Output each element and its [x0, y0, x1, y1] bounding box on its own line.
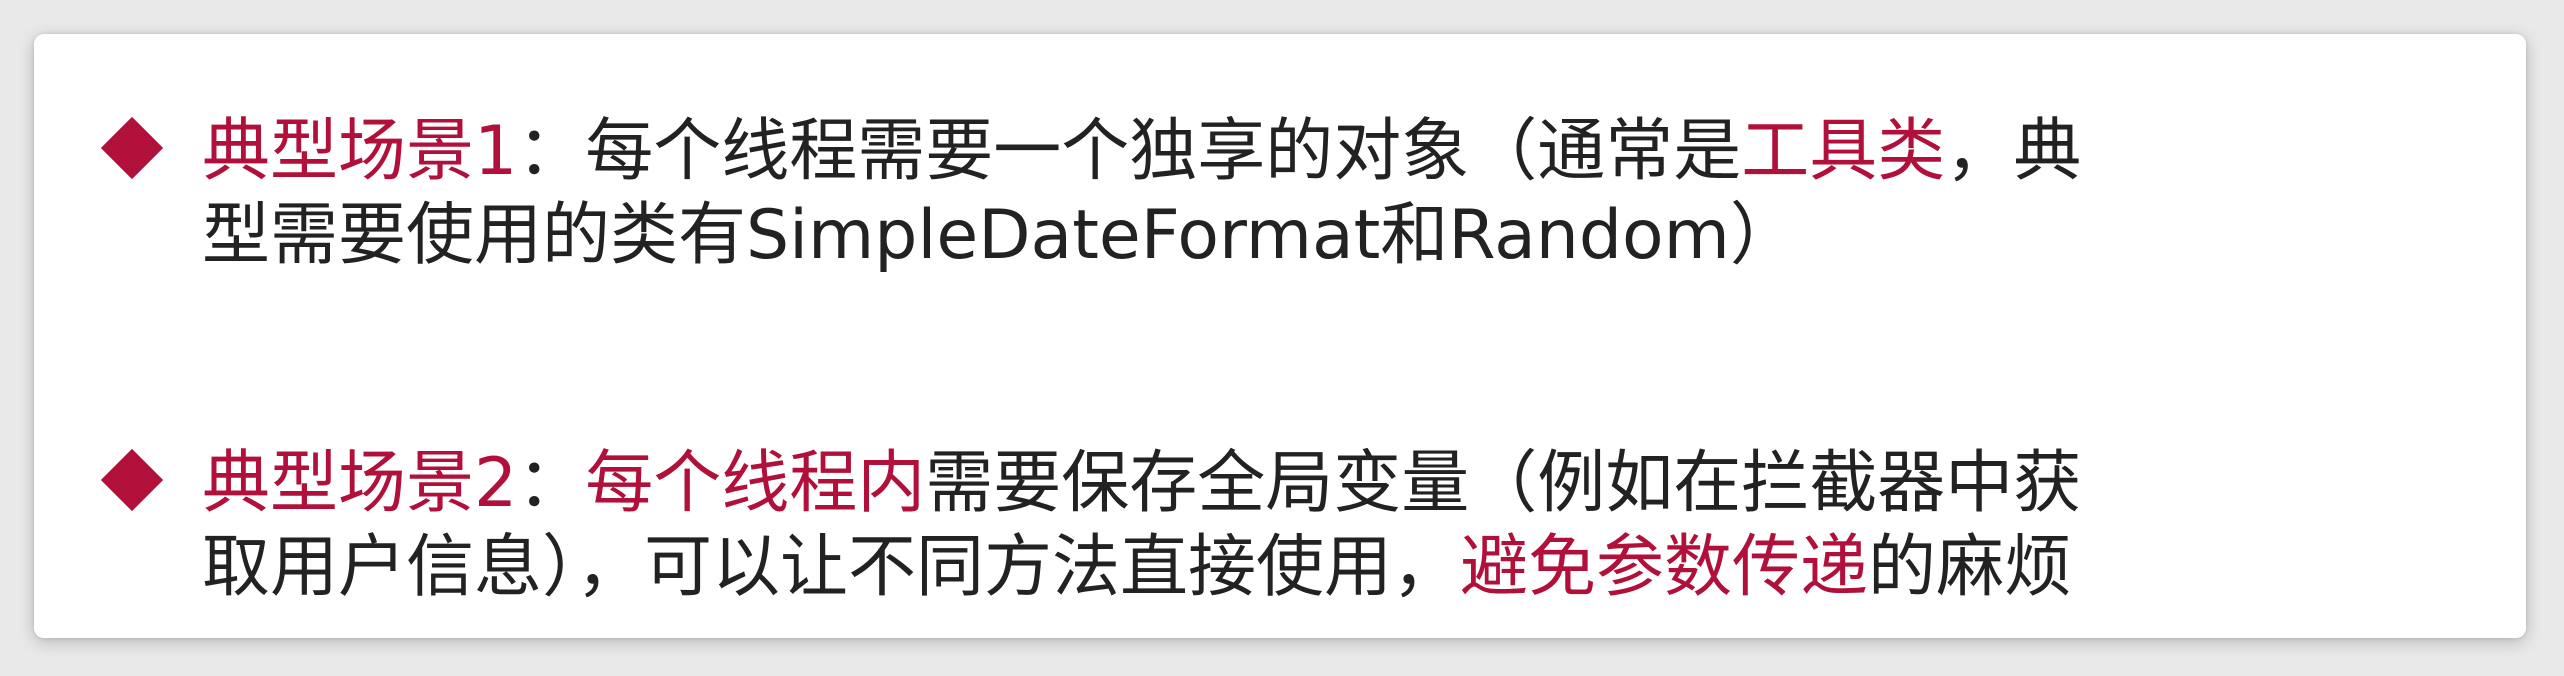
- scenario-1-text: 典型场景1：每个线程需要一个独享的对象（通常是工具类，典 型需要使用的类有Sim…: [202, 110, 2542, 278]
- scenario-1-title: 典型场景1: [202, 112, 518, 191]
- scenario-1-text-part-1: 每个线程需要一个独享的对象（通常是: [585, 112, 1742, 191]
- scenario-2-colon: ：: [517, 444, 586, 523]
- diamond-bullet-icon: [100, 116, 164, 180]
- scenario-1-text-part-2: ，典: [1945, 112, 2082, 191]
- scenario-2-highlight-2: 避免参数传递: [1460, 528, 1869, 607]
- scenario-1-highlight: 工具类: [1741, 112, 1946, 191]
- scenario-2-line-1: 典型场景2：每个线程内需要保存全局变量（例如在拦截器中获: [202, 442, 2542, 526]
- scenario-2-text-part-1: 需要保存全局变量（例如在拦截器中获: [925, 444, 2082, 523]
- content-card: 典型场景1：每个线程需要一个独享的对象（通常是工具类，典 型需要使用的类有Sim…: [34, 34, 2526, 638]
- scenario-2-text-part-3: 的麻烦: [1868, 528, 2073, 607]
- scenario-2-line-2: 取用户信息），可以让不同方法直接使用，避免参数传递的麻烦: [202, 526, 2542, 610]
- scenario-1-line-1: 典型场景1：每个线程需要一个独享的对象（通常是工具类，典: [202, 110, 2542, 194]
- scenario-2-text-part-2: 取用户信息），可以让不同方法直接使用，: [202, 528, 1461, 607]
- scenario-2-highlight-1: 每个线程内: [585, 444, 926, 523]
- scenario-2-text: 典型场景2：每个线程内需要保存全局变量（例如在拦截器中获 取用户信息），可以让不…: [202, 442, 2542, 610]
- diamond-bullet-icon: [100, 448, 164, 512]
- scenario-2-title: 典型场景2: [202, 444, 518, 523]
- scenario-1-line-2: 型需要使用的类有SimpleDateFormat和Random）: [202, 196, 1798, 275]
- scenario-1-colon: ：: [517, 112, 586, 191]
